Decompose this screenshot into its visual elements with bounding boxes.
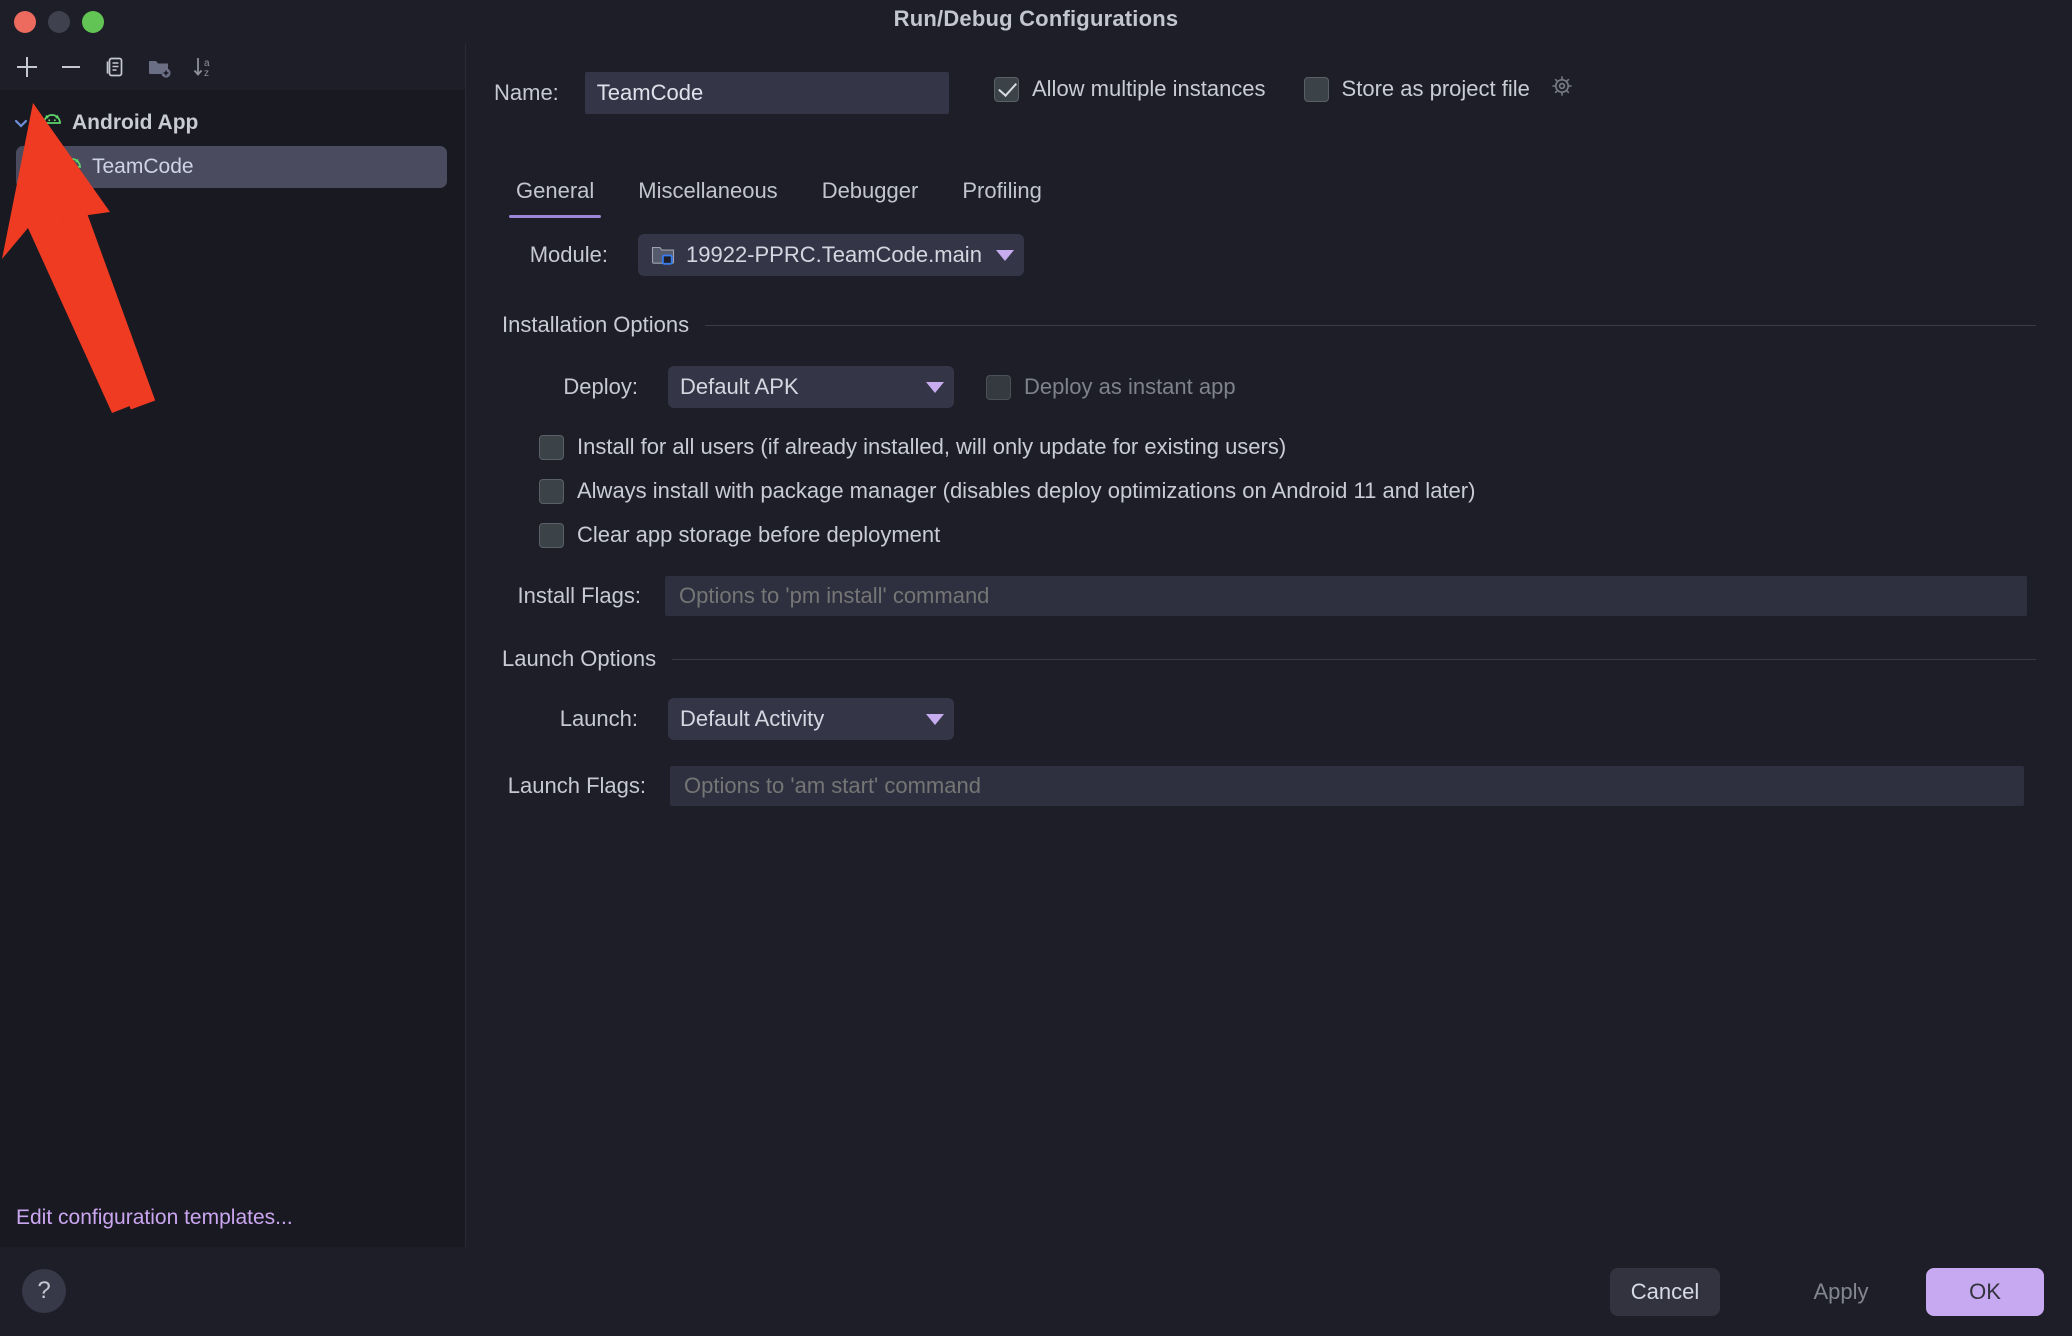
checkbox-box[interactable]	[539, 522, 564, 548]
allow-multiple-instances-label: Allow multiple instances	[1032, 76, 1266, 101]
android-icon	[60, 154, 84, 180]
allow-multiple-instances-checkbox[interactable]: Allow multiple instances	[994, 76, 1266, 102]
launch-options-section: Launch Options	[502, 646, 2036, 672]
tab-profiling[interactable]: Profiling	[940, 170, 1063, 218]
remove-configuration-button[interactable]	[52, 49, 90, 85]
section-divider	[672, 658, 2036, 660]
tab-profiling-label: Profiling	[962, 178, 1042, 203]
module-value: 19922-PPRC.TeamCode.main	[686, 242, 982, 267]
launch-label: Launch:	[559, 706, 638, 731]
tab-general[interactable]: General	[494, 170, 616, 218]
deploy-row: Deploy: Default APK Deploy as instant ap…	[466, 366, 2072, 408]
tree-group-label: Android App	[72, 111, 199, 134]
launch-row: Launch: Default Activity	[466, 698, 2072, 740]
clear-app-storage-checkbox[interactable]: Clear app storage before deployment	[539, 522, 2072, 548]
tab-miscellaneous[interactable]: Miscellaneous	[616, 170, 799, 218]
name-input[interactable]	[584, 72, 949, 114]
dialog-title: Run/Debug Configurations	[893, 6, 1179, 31]
apply-button[interactable]: Apply	[1776, 1268, 1906, 1316]
configurations-panel-footer: Edit configuration templates...	[0, 1189, 465, 1247]
header-options: Allow multiple instances Store as projec…	[994, 73, 1575, 105]
android-icon	[40, 110, 64, 136]
copy-configuration-button[interactable]	[96, 49, 134, 85]
installation-options-title: Installation Options	[502, 312, 690, 337]
checkbox-box[interactable]	[539, 478, 564, 504]
install-flags-row: Install Flags:	[466, 576, 2072, 616]
module-row: Module: 19922-PPRC.TeamCode.main	[466, 234, 2072, 276]
installation-options-section: Installation Options	[502, 312, 2036, 338]
configuration-editor: Name: Allow multiple instances Store as …	[466, 44, 2072, 1247]
minus-icon	[62, 66, 80, 68]
apply-button-label: Apply	[1813, 1279, 1869, 1304]
tree-group-android-app[interactable]: Android App	[0, 104, 465, 142]
name-label: Name:	[494, 80, 559, 105]
checkbox-box	[986, 374, 1011, 400]
module-folder-icon	[650, 243, 676, 267]
launch-options-title: Launch Options	[502, 646, 657, 671]
chevron-down-icon[interactable]	[10, 112, 32, 134]
checkbox-box[interactable]	[994, 76, 1019, 102]
new-folder-button[interactable]	[140, 49, 178, 85]
configurations-tree: Android App TeamCode	[0, 90, 465, 1189]
run-debug-configurations-dialog: Run/Debug Configurations a z Android App…	[0, 0, 2072, 1336]
launch-flags-label: Launch Flags:	[507, 773, 646, 798]
chevron-down-icon[interactable]	[996, 249, 1014, 261]
deploy-value: Default APK	[680, 374, 799, 399]
name-row: Name:	[494, 72, 949, 114]
deploy-as-instant-app-label: Deploy as instant app	[1024, 374, 1236, 399]
ok-button-label: OK	[1969, 1279, 2001, 1304]
tree-item-teamcode[interactable]: TeamCode	[16, 146, 447, 188]
svg-text:z: z	[204, 68, 209, 79]
deploy-label: Deploy:	[563, 374, 638, 399]
tree-item-label: TeamCode	[92, 155, 194, 178]
cancel-button[interactable]: Cancel	[1610, 1268, 1720, 1316]
sort-configurations-button[interactable]: a z	[184, 49, 222, 85]
deploy-combobox[interactable]: Default APK	[668, 366, 954, 408]
title-bar: Run/Debug Configurations	[0, 0, 2072, 44]
gear-icon[interactable]	[1549, 73, 1575, 105]
configurations-toolbar: a z	[0, 44, 465, 90]
always-install-with-package-manager-checkbox[interactable]: Always install with package manager (dis…	[539, 478, 2072, 504]
add-configuration-button[interactable]	[8, 49, 46, 85]
cancel-button-label: Cancel	[1630, 1279, 1700, 1304]
installation-checkbox-list: Install for all users (if already instal…	[466, 434, 2072, 548]
store-as-project-file-label: Store as project file	[1341, 76, 1530, 101]
folder-add-icon	[149, 61, 171, 78]
module-label: Module:	[529, 242, 608, 267]
sort-az-icon: a z	[193, 58, 210, 79]
launch-flags-row: Launch Flags:	[466, 766, 2072, 806]
configurations-panel: a z Android App TeamCode Edit configurat…	[0, 44, 466, 1247]
general-tab-panel: Module: 19922-PPRC.TeamCode.main Install…	[466, 234, 2072, 806]
deploy-as-instant-app-checkbox: Deploy as instant app	[986, 374, 1236, 400]
plus-icon	[17, 57, 37, 77]
always-install-with-package-manager-label: Always install with package manager (dis…	[577, 478, 1476, 503]
help-button[interactable]: ?	[22, 1269, 66, 1313]
dialog-footer: ? Cancel Apply OK	[0, 1247, 2072, 1336]
install-for-all-users-label: Install for all users (if already instal…	[577, 434, 1287, 459]
editor-tabs: General Miscellaneous Debugger Profiling	[494, 170, 1064, 218]
clear-app-storage-label: Clear app storage before deployment	[577, 522, 941, 547]
install-flags-label: Install Flags:	[517, 583, 642, 608]
chevron-down-icon[interactable]	[926, 381, 944, 393]
checkbox-box[interactable]	[1303, 76, 1329, 102]
module-combobox[interactable]: 19922-PPRC.TeamCode.main	[638, 234, 1024, 276]
ok-button[interactable]: OK	[1926, 1268, 2044, 1316]
install-flags-input[interactable]	[665, 576, 2027, 616]
tab-debugger-label: Debugger	[821, 178, 919, 203]
tab-miscellaneous-label: Miscellaneous	[638, 178, 778, 203]
store-as-project-file-checkbox[interactable]: Store as project file	[1303, 73, 1575, 105]
section-divider	[705, 324, 2036, 326]
checkbox-box[interactable]	[539, 434, 564, 460]
copy-icon	[106, 57, 123, 77]
launch-combobox[interactable]: Default Activity	[668, 698, 954, 740]
tab-general-label: General	[516, 178, 595, 203]
edit-configuration-templates-link[interactable]: Edit configuration templates...	[16, 1206, 293, 1230]
install-for-all-users-checkbox[interactable]: Install for all users (if already instal…	[539, 434, 2072, 460]
launch-flags-input[interactable]	[670, 766, 2024, 806]
launch-value: Default Activity	[680, 706, 825, 731]
tab-debugger[interactable]: Debugger	[800, 170, 941, 218]
dialog-buttons: Cancel Apply OK	[1610, 1268, 2044, 1316]
chevron-down-icon[interactable]	[926, 713, 944, 725]
help-icon: ?	[37, 1277, 51, 1304]
